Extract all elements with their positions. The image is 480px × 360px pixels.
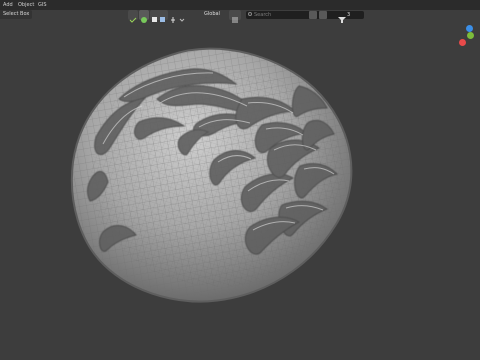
mesh-scene[interactable]	[0, 0, 480, 360]
3d-viewport[interactable]: Add Object GIS Select Box Global Search …	[0, 0, 480, 360]
